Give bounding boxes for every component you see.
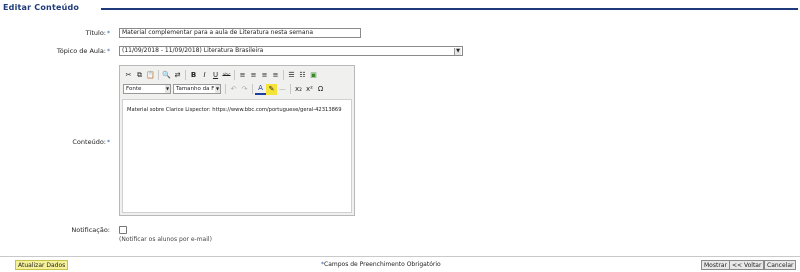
required-mark: *: [107, 139, 110, 146]
notificacao-label: Notificação:: [71, 226, 110, 234]
editor-toolbar-row-2: Fonte ▼ Tamanho da F ▼ ↶ ↷ A ✎ — x₂ x² Ω: [123, 83, 326, 95]
toolbar-separator: [283, 70, 284, 80]
align-left-icon[interactable]: ≡: [237, 70, 248, 81]
subscript-icon[interactable]: x₂: [293, 84, 304, 95]
back-button[interactable]: << Voltar: [729, 260, 765, 270]
italic-icon[interactable]: I: [199, 70, 210, 81]
highlight-color-icon[interactable]: ✎: [266, 83, 277, 95]
text-color-icon[interactable]: A: [255, 84, 266, 95]
chevron-down-icon: ▼: [165, 85, 170, 93]
font-family-select[interactable]: Fonte ▼: [123, 84, 171, 94]
copy-icon[interactable]: ⧉: [134, 70, 145, 81]
form-footer: Atualizar Dados *Campos de Preenchimento…: [0, 256, 800, 272]
chevron-down-icon: ▼: [454, 48, 461, 55]
show-button[interactable]: Mostrar: [701, 260, 730, 270]
update-data-button[interactable]: Atualizar Dados: [15, 260, 69, 270]
find-icon[interactable]: 🔍: [161, 70, 172, 81]
chevron-down-icon: ▼: [215, 85, 220, 93]
titulo-label: Título:*: [85, 29, 110, 37]
undo-icon[interactable]: ↶: [228, 84, 239, 95]
titulo-input[interactable]: Material complementar para a aula de Lit…: [119, 28, 361, 38]
editor-body-text: Material sobre Clarice Lispector: https:…: [127, 107, 342, 113]
notificacao-hint: (Notificar os alunos por e-mail): [119, 236, 212, 243]
required-mark: *: [107, 30, 110, 37]
insert-image-icon[interactable]: ▣: [308, 70, 319, 81]
notificacao-checkbox[interactable]: [119, 226, 127, 234]
replace-icon[interactable]: ⇄: [172, 70, 183, 81]
required-fields-note: *Campos de Preenchimento Obrigatório: [321, 261, 441, 268]
font-size-select[interactable]: Tamanho da F ▼: [173, 84, 221, 94]
align-justify-icon[interactable]: ≡: [270, 70, 281, 81]
editor-content-area[interactable]: Material sobre Clarice Lispector: https:…: [122, 99, 352, 213]
align-center-icon[interactable]: ≡: [248, 70, 259, 81]
toolbar-separator: [225, 84, 226, 94]
topico-label: Tópico de Aula:*: [56, 47, 110, 55]
paste-icon[interactable]: 📋: [145, 70, 156, 81]
superscript-icon[interactable]: x²: [304, 84, 315, 95]
cancel-button[interactable]: Cancelar: [764, 260, 797, 270]
redo-icon[interactable]: ↷: [239, 84, 250, 95]
toolbar-separator: [290, 84, 291, 94]
editor-toolbar-row-1: ✂ ⧉ 📋 🔍 ⇄ B I Uabc ≡ ≡ ≡ ≡ ☰ ☷ ▣: [123, 69, 319, 81]
cut-icon[interactable]: ✂: [123, 70, 134, 81]
horizontal-rule-icon[interactable]: —: [277, 84, 288, 95]
page-title: Editar Conteúdo: [3, 3, 80, 12]
align-right-icon[interactable]: ≡: [259, 70, 270, 81]
toolbar-separator: [158, 70, 159, 80]
topico-select[interactable]: (11/09/2018 - 11/09/2018) Literatura Bra…: [119, 46, 463, 56]
special-char-icon[interactable]: Ω: [315, 84, 326, 95]
toolbar-separator: [185, 70, 186, 80]
conteudo-label: Conteúdo:*: [72, 138, 110, 146]
strikethrough-icon[interactable]: abc: [221, 70, 232, 81]
underline-icon[interactable]: U: [210, 70, 221, 81]
bold-icon[interactable]: B: [188, 70, 199, 81]
rich-text-editor: ✂ ⧉ 📋 🔍 ⇄ B I Uabc ≡ ≡ ≡ ≡ ☰ ☷ ▣ Fonte ▼ Tamanho da F ▼ …: [119, 65, 355, 216]
numbered-list-icon[interactable]: ☷: [297, 70, 308, 81]
page-header: Editar Conteúdo: [0, 0, 800, 16]
title-rule: [101, 8, 798, 10]
required-mark: *: [107, 48, 110, 55]
bullet-list-icon[interactable]: ☰: [286, 70, 297, 81]
toolbar-separator: [252, 84, 253, 94]
toolbar-separator: [234, 70, 235, 80]
topico-selected-value: (11/09/2018 - 11/09/2018) Literatura Bra…: [122, 47, 264, 54]
